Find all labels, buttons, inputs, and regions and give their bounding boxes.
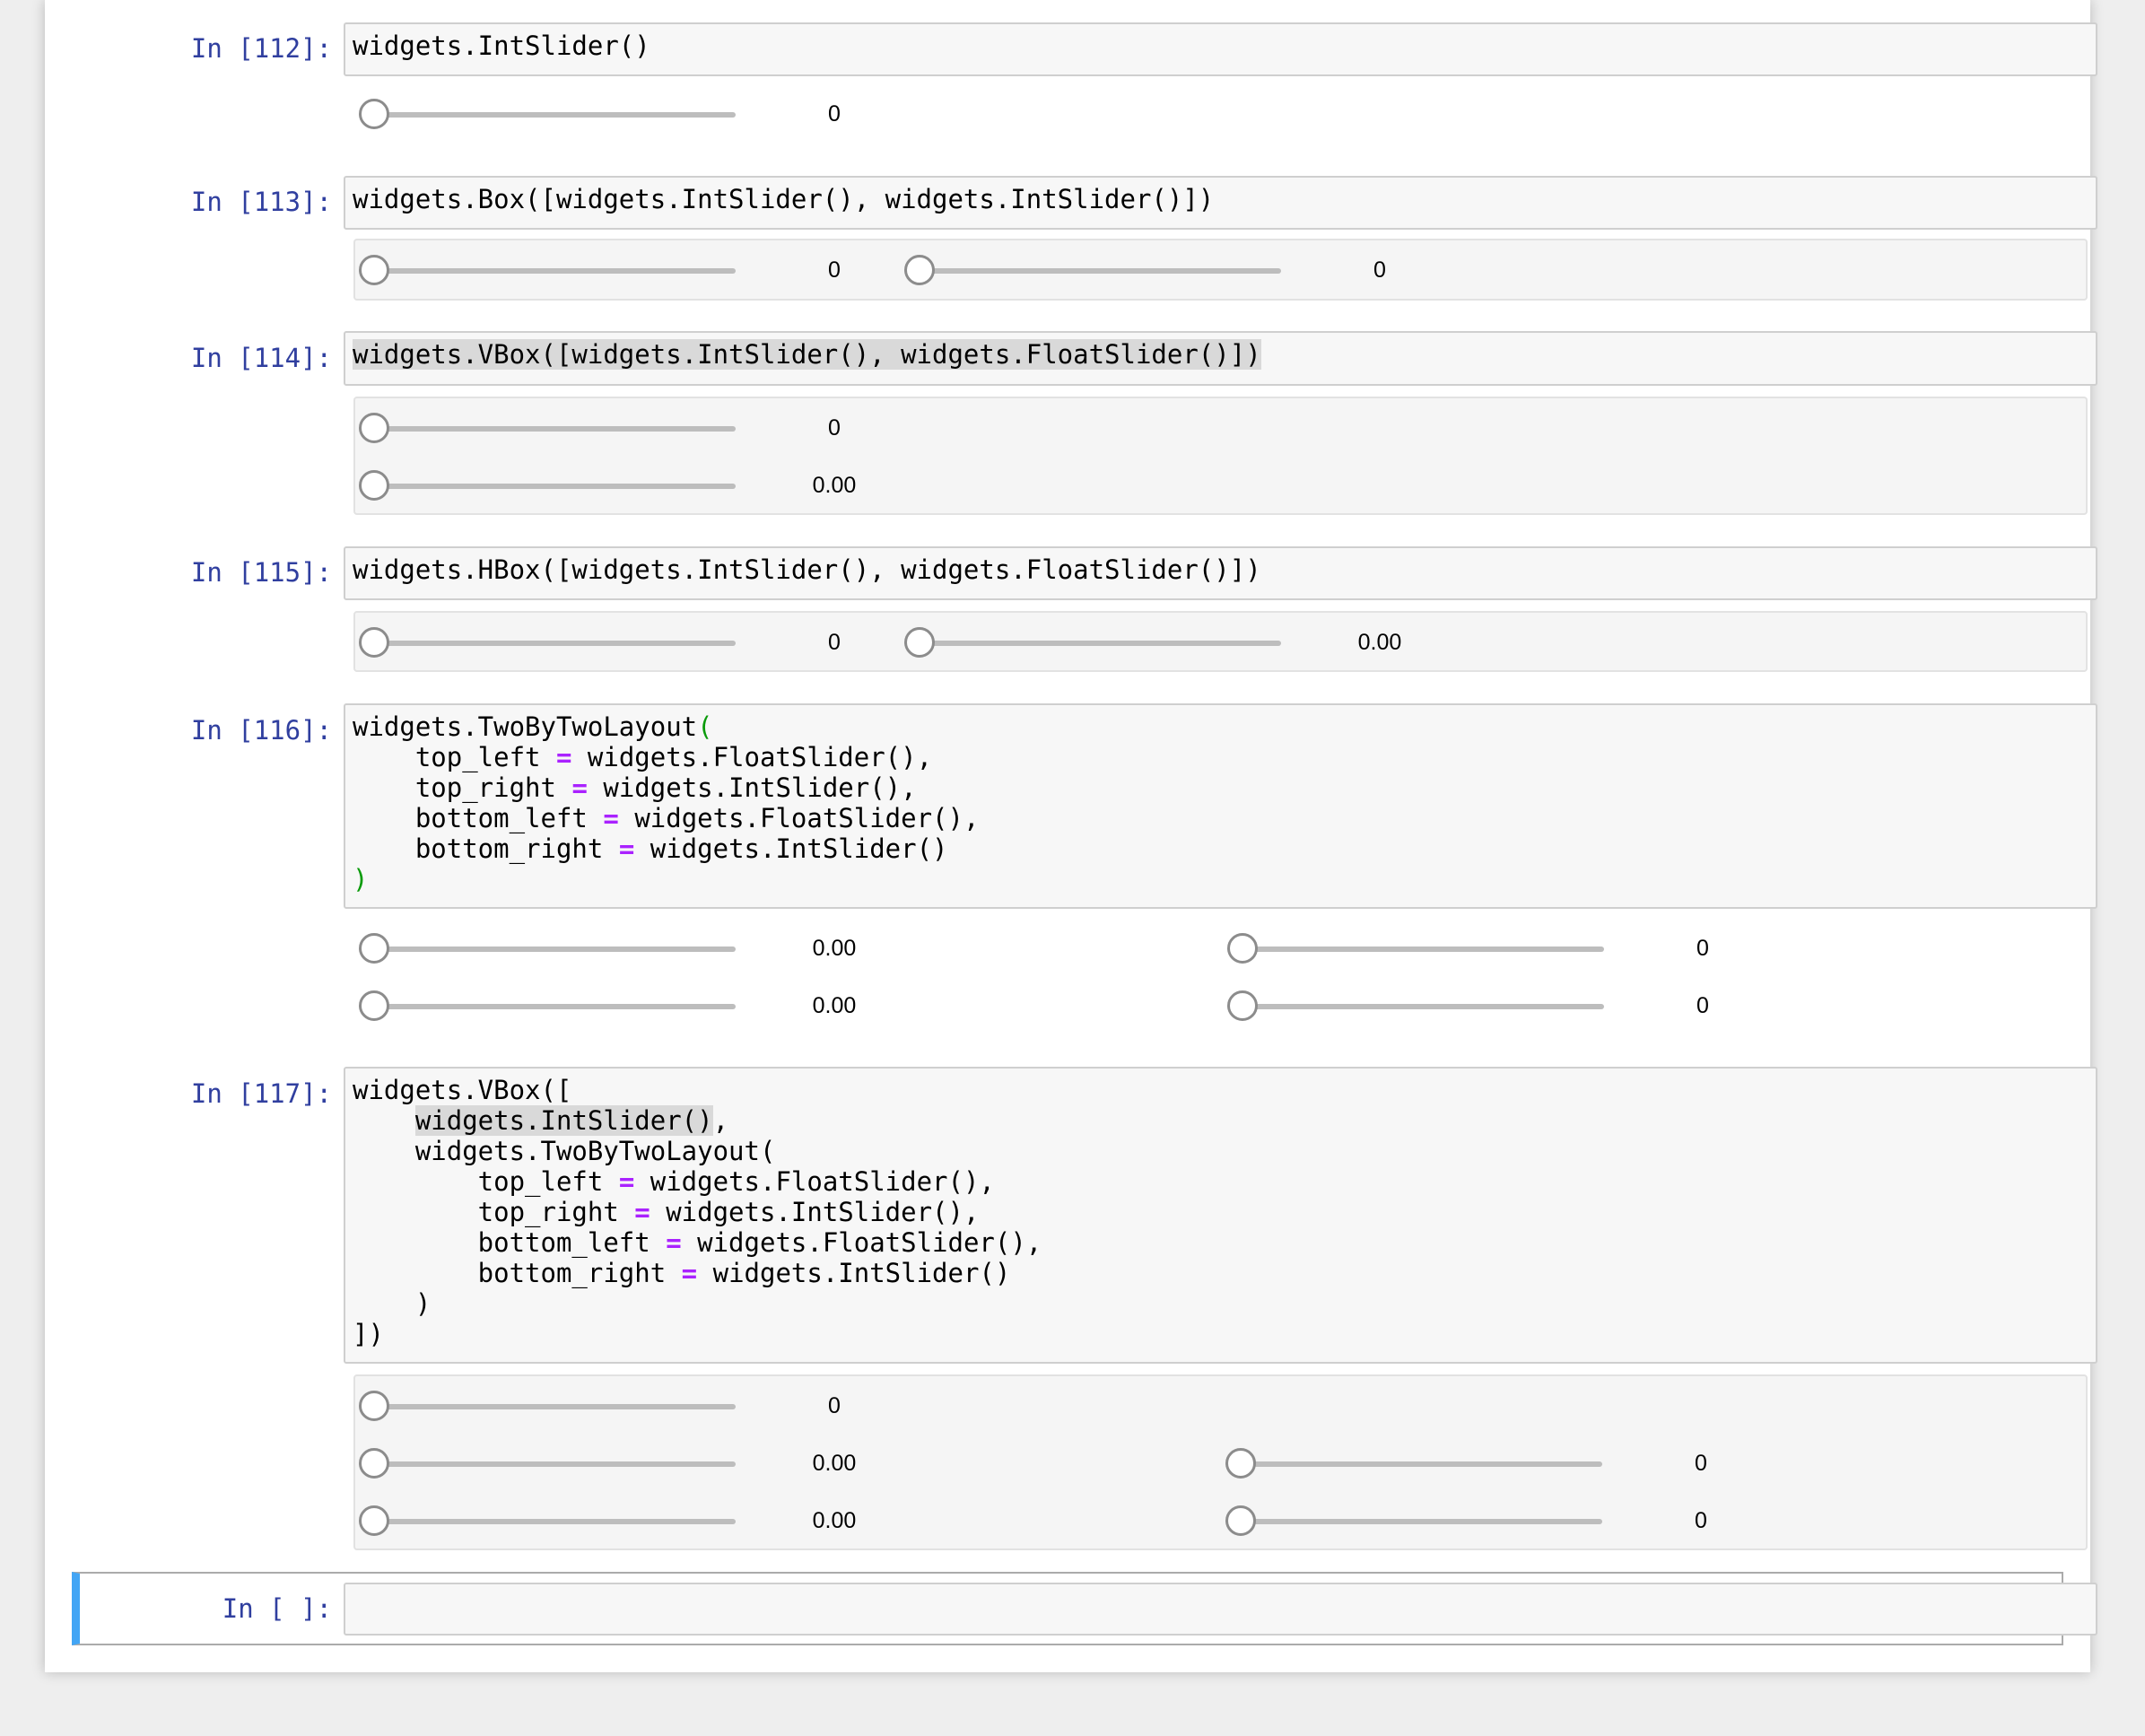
assign-operator: = [618,833,635,864]
assign-operator: = [571,772,588,803]
slider-readout[interactable]: 0 [1649,933,1757,964]
code-line: widgets.IntSlider(), [414,1105,729,1136]
code-line: ) [353,864,369,894]
cell-prompt: In [117]: [190,1078,332,1109]
slider-handle[interactable] [1225,1448,1256,1479]
matched-bracket-highlight: widgets.IntSlider() [414,1105,713,1136]
slider-handle[interactable] [359,470,389,501]
slider-handle[interactable] [359,255,389,285]
slider-handle[interactable] [359,413,389,443]
slider-handle[interactable] [1227,990,1258,1021]
code-line: bottom_right = widgets.IntSlider() [353,1258,1011,1288]
code-line: widgets.TwoByTwoLayout( [353,1136,776,1166]
code-line: bottom_right = widgets.IntSlider() [353,833,948,864]
slider-readout[interactable]: 0.00 [780,990,888,1021]
slider-track[interactable] [359,112,736,118]
slider-track[interactable] [1227,1004,1604,1009]
slider-readout[interactable]: 0.00 [1326,627,1434,658]
slider-readout[interactable]: 0 [780,413,888,443]
vbox-output: 0 0.00 [353,397,2088,515]
code-line: widgets.TwoByTwoLayout( [353,711,713,742]
assign-operator: = [634,1197,650,1227]
slider-track[interactable] [359,1519,736,1524]
slider-handle[interactable] [359,1505,389,1536]
code-input[interactable]: widgets.TwoByTwoLayout( top_left = widge… [344,703,2097,909]
slider-readout[interactable]: 0 [780,1391,888,1421]
code-line: ]) [353,1319,384,1349]
code-line: widgets.VBox([widgets.IntSlider(), widge… [353,339,1261,370]
slider-handle[interactable] [359,99,389,129]
hbox-output: 0 0.00 [353,611,2088,672]
code-line: top_left = widgets.FloatSlider(), [353,1166,995,1197]
code-line: widgets.VBox([ [353,1075,572,1105]
assign-operator: = [681,1258,698,1288]
code-input-empty[interactable] [344,1583,2097,1636]
slider-handle[interactable] [359,627,389,658]
slider-handle[interactable] [359,990,389,1021]
notebook-container: In [112]: widgets.IntSlider() 0 In [113]… [45,0,2097,1672]
code-line: top_right = widgets.IntSlider(), [353,1197,980,1227]
vbox-output: 0 0.00 0 0.00 0 [353,1374,2088,1550]
slider-track[interactable] [359,426,736,432]
cell-prompt: In [116]: [190,715,332,746]
slider-track[interactable] [359,1004,736,1009]
slider-handle[interactable] [359,1448,389,1479]
code-line: widgets.Box([widgets.IntSlider(), widget… [353,184,1215,214]
slider-readout[interactable]: 0 [1647,1448,1755,1479]
slider-readout[interactable]: 0 [1326,255,1434,285]
slider-track[interactable] [1225,1461,1602,1467]
cell-prompt: In [ ]: [222,1593,332,1624]
cell-prompt: In [115]: [190,557,332,588]
slider-readout[interactable]: 0.00 [780,470,888,501]
cell-prompt: In [113]: [190,187,332,217]
code-line: ) [353,1288,432,1319]
code-line: top_right = widgets.IntSlider(), [353,772,917,803]
slider-handle[interactable] [1225,1505,1256,1536]
slider-readout[interactable]: 0 [780,627,888,658]
slider-track[interactable] [359,484,736,489]
assign-operator: = [555,742,572,772]
slider-track[interactable] [359,268,736,274]
slider-handle[interactable] [1227,933,1258,964]
slider-readout[interactable]: 0 [1649,990,1757,1021]
slider-track[interactable] [359,1461,736,1467]
slider-readout[interactable]: 0.00 [780,1505,888,1536]
slider-handle[interactable] [359,933,389,964]
assign-operator: = [618,1166,635,1197]
code-input[interactable]: widgets.Box([widgets.IntSlider(), widget… [344,176,2097,230]
open-paren: ( [697,711,713,742]
cell-prompt: In [114]: [190,343,332,373]
code-input[interactable]: widgets.HBox([widgets.IntSlider(), widge… [344,546,2097,600]
slider-track[interactable] [1227,947,1604,952]
slider-track[interactable] [359,947,736,952]
assign-operator: = [666,1227,682,1258]
slider-handle[interactable] [904,627,935,658]
code-input[interactable]: widgets.IntSlider() [344,22,2097,76]
code-line: bottom_left = widgets.FloatSlider(), [353,803,980,833]
code-line: widgets.HBox([widgets.IntSlider(), widge… [353,554,1261,585]
slider-readout[interactable]: 0 [780,255,888,285]
slider-track[interactable] [1225,1519,1602,1524]
code-input[interactable]: widgets.VBox([ widgets.IntSlider(), widg… [344,1067,2097,1364]
slider-track[interactable] [904,641,1281,646]
code-line: bottom_left = widgets.FloatSlider(), [353,1227,1042,1258]
slider-readout[interactable]: 0.00 [780,1448,888,1479]
cell-prompt: In [112]: [190,33,332,64]
slider-handle[interactable] [359,1391,389,1421]
code-input[interactable]: widgets.VBox([widgets.IntSlider(), widge… [344,331,2097,386]
slider-track[interactable] [359,641,736,646]
slider-track[interactable] [359,1404,736,1409]
box-output: 0 0 [353,239,2088,301]
assign-operator: = [603,803,619,833]
slider-readout[interactable]: 0 [780,99,888,129]
code-line: widgets.IntSlider() [353,31,650,61]
slider-handle[interactable] [904,255,935,285]
slider-readout[interactable]: 0 [1647,1505,1755,1536]
slider-track[interactable] [904,268,1281,274]
code-line: top_left = widgets.FloatSlider(), [353,742,933,772]
slider-readout[interactable]: 0.00 [780,933,888,964]
